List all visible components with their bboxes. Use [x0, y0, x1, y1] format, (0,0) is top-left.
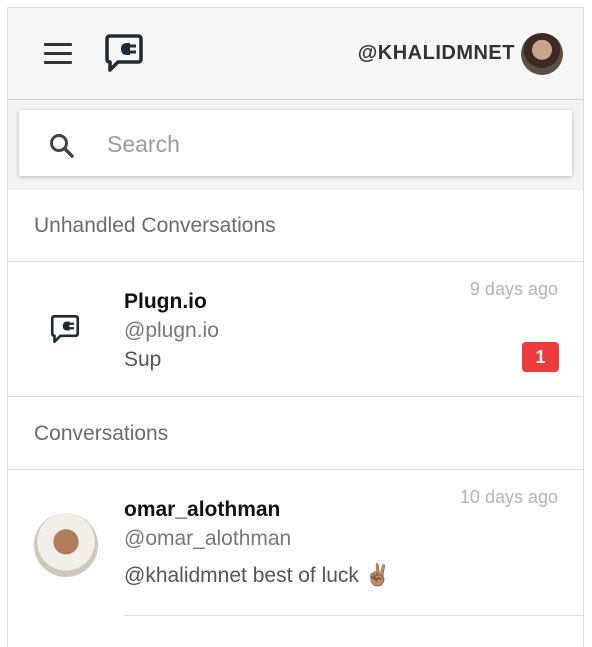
conversation-last-message: Sup — [124, 348, 162, 371]
conversation-handle: @omar_alothman — [124, 527, 292, 550]
plug-chat-logo-icon — [50, 314, 80, 344]
conversation-item-plugn[interactable]: Plugn.io @plugn.io Sup 9 days ago 1 — [8, 262, 583, 396]
conversation-last-message: @khalidmnet best of luck ✌🏽 — [124, 564, 391, 587]
user-avatar[interactable] — [521, 33, 563, 75]
section-title-unhandled: Unhandled Conversations — [34, 214, 276, 237]
divider — [8, 396, 583, 397]
plug-chat-logo-icon[interactable] — [104, 32, 144, 74]
menu-bar — [44, 61, 72, 64]
hamburger-menu-icon[interactable] — [42, 41, 76, 67]
menu-bar — [44, 43, 72, 46]
search-icon — [50, 134, 74, 158]
section-title-conversations: Conversations — [34, 422, 169, 445]
unread-count-badge: 1 — [522, 342, 559, 372]
divider — [124, 615, 583, 616]
current-username[interactable]: @KHALIDMNET — [358, 42, 515, 65]
conversation-time: 9 days ago — [469, 279, 558, 299]
app-header: @KHALIDMNET — [8, 8, 583, 100]
search-input[interactable] — [105, 124, 549, 164]
conversation-name: omar_alothman — [124, 498, 281, 521]
conversation-time: 10 days ago — [459, 487, 558, 507]
conversation-name: Plugn.io — [124, 290, 207, 313]
menu-bar — [44, 52, 72, 55]
app-frame: @KHALIDMNET Unhandled Conversations Plug… — [7, 7, 584, 647]
conversation-handle: @plugn.io — [124, 319, 219, 342]
contact-avatar — [34, 513, 98, 577]
conversation-item-omar[interactable]: omar_alothman @omar_alothman @khalidmnet… — [8, 470, 583, 620]
search-bar — [19, 110, 572, 176]
